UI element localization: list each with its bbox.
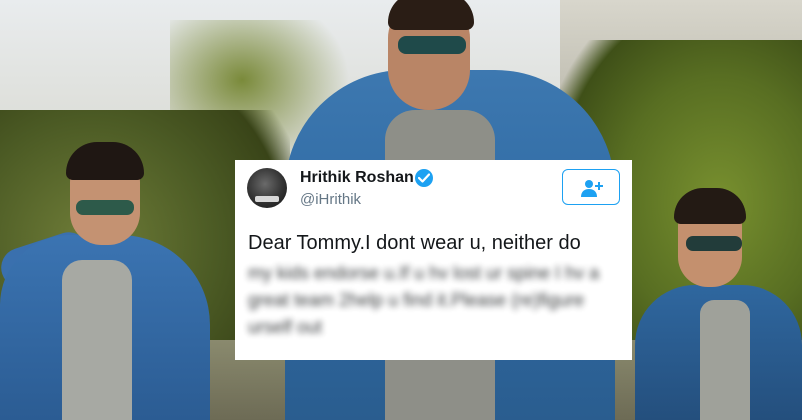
- right-child-shirt: [700, 300, 750, 420]
- profile-avatar[interactable]: [247, 168, 287, 208]
- man-hair: [388, 0, 474, 30]
- man-sunglasses: [398, 36, 466, 54]
- display-name[interactable]: Hrithik Roshan: [300, 169, 414, 187]
- tweet-text: Dear Tommy.I dont wear u, neither do: [248, 232, 581, 254]
- follow-button[interactable]: [562, 169, 620, 205]
- user-handle[interactable]: @iHrithik: [300, 191, 361, 208]
- right-child-sunglasses: [686, 236, 742, 251]
- left-child-sunglasses: [76, 200, 134, 215]
- verified-icon: [415, 169, 433, 187]
- avatar-logo-mark: [255, 196, 279, 202]
- tweet-card: Hrithik Roshan @iHrithik Dear Tommy.I do…: [235, 160, 632, 360]
- tweet-text-blurred: my kids endorse u.If u hv lost ur spine …: [248, 263, 600, 337]
- follow-person-plus-icon: [581, 180, 603, 197]
- left-child-shirt: [62, 260, 132, 420]
